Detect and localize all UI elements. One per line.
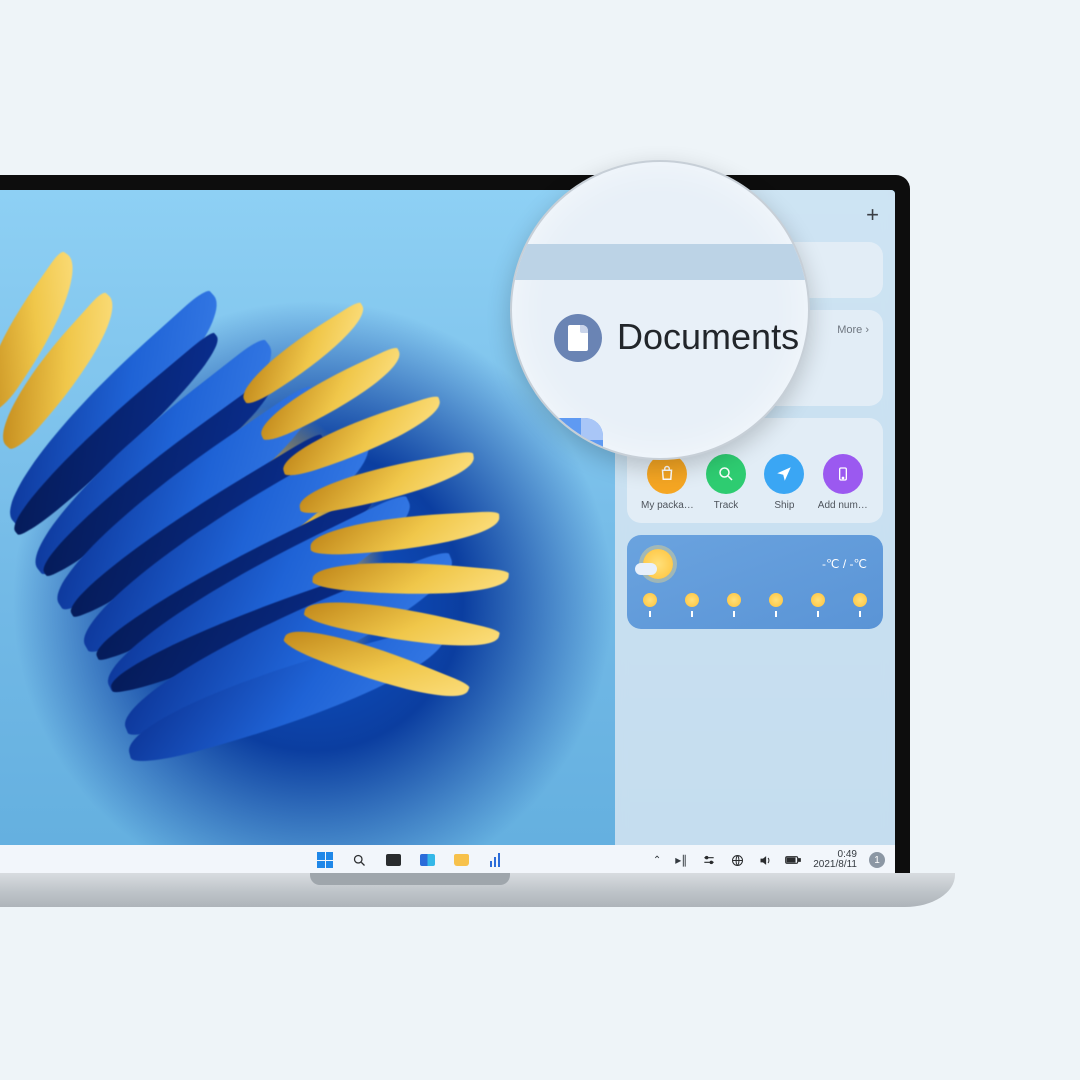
volume-icon [758,853,773,868]
phone-icon [823,454,863,494]
tray-media-button[interactable]: ▸∥ [673,852,689,868]
magnifier-title: Documents [617,316,799,358]
package-label: Ship [774,500,794,511]
package-action-ship[interactable]: Ship [758,454,810,511]
sun-cloud-icon [643,549,673,579]
taskbar-clock[interactable]: 0:49 2021/8/11 [813,850,857,870]
app-button[interactable] [487,852,503,868]
tray-battery-button[interactable] [785,852,801,868]
package-label: My packa… [641,500,694,511]
temperature: -℃ / -℃ [822,557,867,571]
search-icon [706,454,746,494]
tray-settings-button[interactable] [701,852,717,868]
sun-icon [643,593,657,607]
globe-icon [730,853,745,868]
folder-icon [454,854,469,866]
notification-badge[interactable]: 1 [869,852,885,868]
bag-icon [647,454,687,494]
sliders-icon [702,853,716,867]
sun-icon [853,593,867,607]
magnifier-overlay: Documents [510,160,810,460]
clock-date: 2021/8/11 [813,860,857,870]
sun-icon [727,593,741,607]
file-icon [547,418,603,460]
taskbar-search-button[interactable] [351,852,367,868]
package-label: Add num… [818,500,868,511]
documents-more-link[interactable]: More › [837,324,869,336]
documents-icon [554,314,602,362]
sun-icon [811,593,825,607]
weather-card[interactable]: -℃ / -℃ [627,535,883,629]
laptop-base [0,873,955,907]
tray-network-button[interactable] [729,852,745,868]
tray-volume-button[interactable] [757,852,773,868]
windows-icon [317,852,333,868]
taskview-icon [386,854,401,866]
forecast-row [643,593,867,617]
sun-icon [769,593,783,607]
tray-overflow-button[interactable]: ⌃ [653,855,661,866]
chart-icon [490,853,500,867]
sun-icon [685,593,699,607]
file-explorer-button[interactable] [453,852,469,868]
taskbar: ⌃ ▸∥ 0:49 2021/ [0,845,895,875]
battery-icon [785,854,801,866]
add-widget-button[interactable]: + [866,206,879,224]
package-action-addnumber[interactable]: Add num… [817,454,869,511]
start-button[interactable] [317,852,333,868]
search-icon [352,853,367,868]
package-action-track[interactable]: Track [700,454,752,511]
package-action-mypackages[interactable]: My packa… [641,454,694,511]
widgets-button[interactable] [419,852,435,868]
task-view-button[interactable] [385,852,401,868]
package-label: Track [714,500,739,511]
send-icon [764,454,804,494]
widgets-icon [420,854,435,866]
